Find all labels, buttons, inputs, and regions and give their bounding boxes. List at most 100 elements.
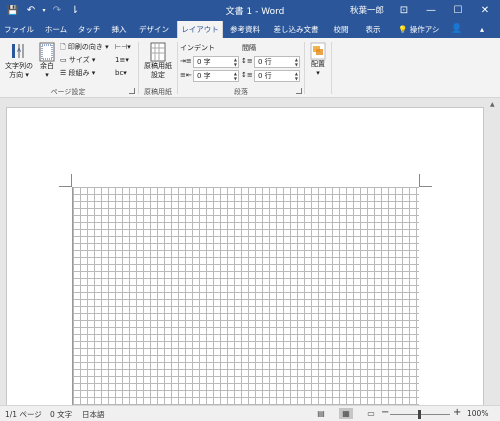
spinner-arrows-icon[interactable]: ▲ ▼ [295, 57, 298, 67]
genko-settings-label: 原稿用紙 設定 [144, 62, 172, 79]
document-title: 文書 1 - Word [225, 7, 285, 17]
columns-icon: ☰ [60, 69, 67, 77]
orientation-label: 印刷の向き ▾ [67, 43, 109, 51]
margins-icon [39, 42, 55, 62]
crop-mark [71, 174, 72, 187]
tab-insert[interactable]: 挿入 [108, 21, 130, 38]
hyphenation-icon: bc▾ [115, 69, 127, 77]
user-name[interactable]: 秋葉一郎 [350, 4, 384, 16]
space-before-input[interactable]: 0 行 ▲ ▼ [254, 56, 300, 68]
ribbon-tabs: ファイル ホーム タッチ 挿入 デザイン レイアウト 参考資料 差し込み文書 校… [0, 21, 500, 39]
arrange-button[interactable]: 配置 ▾ [307, 42, 329, 78]
undo-dropdown-icon[interactable]: ▾ [40, 0, 48, 21]
space-before-icon: ↕≡ [241, 57, 253, 65]
tab-design[interactable]: デザイン [136, 21, 172, 38]
indent-right-value: 0 字 [197, 72, 211, 80]
spinner-arrows-icon[interactable]: ▲ ▼ [234, 71, 237, 81]
indent-left-input[interactable]: 0 字 ▲ ▼ [193, 56, 239, 68]
group-divider [331, 42, 332, 94]
read-mode-icon[interactable]: ▤ [314, 408, 328, 419]
margins-label: 余白 [40, 62, 54, 70]
orientation-button[interactable]: 🗋 印刷の向き ▾ [60, 42, 109, 53]
chevron-down-icon: ▾ [45, 71, 49, 79]
tab-review[interactable]: 校閲 [330, 21, 352, 38]
margins-button[interactable]: 余白 ▾ [36, 42, 58, 80]
ribbon-layout: A 文字列の 方向 ▾ 余白 ▾ 🗋 印刷の向き ▾ ▭ サイズ ▾ ☰ 段組み… [0, 38, 500, 98]
size-icon: ▭ [60, 56, 67, 64]
crop-mark [419, 174, 420, 187]
collapse-ribbon-icon[interactable]: ▴ [480, 21, 484, 38]
tell-me-search[interactable]: 💡 操作アシ [398, 21, 439, 38]
tab-touch[interactable]: タッチ [76, 21, 102, 38]
indent-right-icon: ≡⇤ [180, 71, 192, 79]
space-before-value: 0 行 [258, 58, 272, 66]
paragraph-launcher-icon[interactable] [296, 88, 302, 94]
zoom-level[interactable]: 100% [467, 409, 488, 418]
page-count[interactable]: 1/1 ページ [5, 409, 42, 420]
ribbon-display-options-icon[interactable]: ⊡ [391, 0, 417, 21]
redo-icon[interactable]: ↷ [48, 0, 66, 21]
zoom-slider-thumb[interactable] [418, 410, 421, 419]
close-button[interactable]: ✕ [472, 0, 498, 21]
hyphenation-button[interactable]: bc▾ [115, 68, 127, 79]
document-page[interactable] [6, 107, 484, 407]
document-canvas [0, 99, 500, 407]
paragraph-group-label: 段落 [234, 88, 248, 96]
zoom-in-button[interactable]: + [453, 407, 461, 418]
breaks-icon: ⊢⊣▾ [115, 43, 131, 51]
columns-label: 段組み ▾ [68, 69, 96, 77]
spinner-arrows-icon[interactable]: ▲ ▼ [234, 57, 237, 67]
text-direction-icon: A [12, 44, 24, 58]
share-icon[interactable]: 👤 [451, 21, 462, 38]
scroll-up-icon[interactable]: ▲ [490, 101, 495, 108]
indent-left-icon: ⇥≡ [180, 57, 192, 65]
manuscript-grid[interactable] [72, 187, 419, 406]
space-after-value: 0 行 [258, 72, 272, 80]
zoom-out-button[interactable]: − [381, 407, 389, 418]
customize-qat-icon[interactable]: ⇂ [66, 0, 84, 21]
svg-text:A: A [17, 48, 21, 54]
space-after-icon: ↕≡ [241, 71, 253, 79]
line-numbers-icon: 1≡▾ [115, 56, 129, 64]
save-icon[interactable]: 💾 [4, 0, 22, 21]
manuscript-paper-icon [150, 42, 166, 62]
tab-mailings[interactable]: 差し込み文書 [268, 21, 324, 38]
maximize-button[interactable]: ☐ [445, 0, 471, 21]
undo-icon[interactable]: ↶ [22, 0, 40, 21]
tab-view[interactable]: 表示 [362, 21, 384, 38]
word-count[interactable]: 0 文字 [50, 409, 72, 420]
tab-layout[interactable]: レイアウト [177, 21, 223, 39]
group-divider [304, 42, 305, 94]
spinner-arrows-icon[interactable]: ▲ ▼ [295, 71, 298, 81]
title-bar: 💾 ↶ ▾ ↷ ⇂ 文書 1 - Word 秋葉一郎 ⊡ — ☐ ✕ [0, 0, 500, 21]
page-setup-group-label: ページ設定 [50, 88, 86, 96]
indent-left-value: 0 字 [197, 58, 211, 66]
tab-file[interactable]: ファイル [2, 21, 36, 38]
spacing-label: 間隔 [242, 44, 256, 52]
breaks-button[interactable]: ⊢⊣▾ [115, 42, 131, 53]
size-button[interactable]: ▭ サイズ ▾ [60, 55, 95, 66]
size-label: サイズ ▾ [68, 56, 96, 64]
space-after-input[interactable]: 0 行 ▲ ▼ [254, 70, 300, 82]
arrange-icon [310, 42, 326, 60]
line-numbers-button[interactable]: 1≡▾ [115, 55, 129, 66]
indent-label: インデント [180, 44, 215, 52]
genko-settings-button[interactable]: 原稿用紙 設定 [140, 42, 176, 80]
page-setup-launcher-icon[interactable] [129, 88, 135, 94]
quick-access-toolbar: 💾 ↶ ▾ ↷ ⇂ [0, 0, 84, 21]
tab-home[interactable]: ホーム [40, 21, 72, 38]
minimize-button[interactable]: — [418, 0, 444, 21]
indent-right-input[interactable]: 0 字 ▲ ▼ [193, 70, 239, 82]
arrange-label: 配置 ▾ [311, 60, 325, 77]
tab-references[interactable]: 参考資料 [228, 21, 262, 38]
columns-button[interactable]: ☰ 段組み ▾ [60, 68, 95, 79]
vertical-scrollbar[interactable]: ▲ [487, 99, 500, 405]
text-direction-label: 文字列の 方向 ▾ [5, 62, 33, 79]
web-layout-icon[interactable]: ▭ [364, 408, 378, 419]
print-layout-icon[interactable]: ▦ [339, 408, 353, 419]
crop-mark [419, 186, 432, 187]
orientation-icon: 🗋 [60, 43, 66, 51]
language-indicator[interactable]: 日本語 [82, 409, 105, 420]
genko-group-label: 原稿用紙 [144, 88, 172, 96]
text-direction-button[interactable]: A 文字列の 方向 ▾ [3, 42, 35, 80]
